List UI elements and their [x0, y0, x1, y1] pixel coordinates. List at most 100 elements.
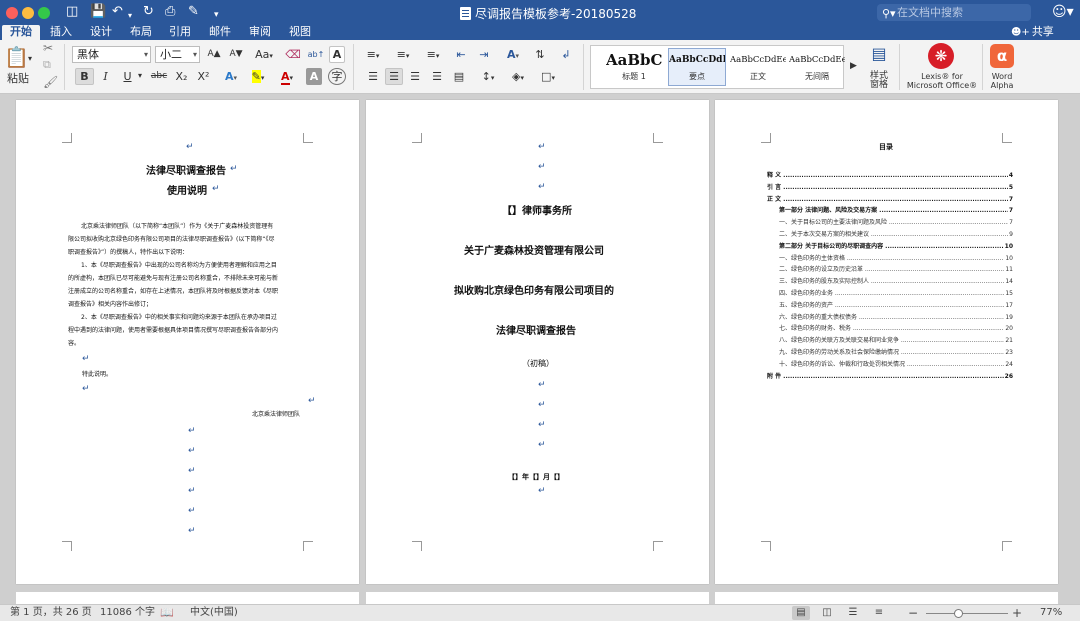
toc-entry[interactable]: 正 文 ....................................… [767, 193, 1013, 206]
toc-entry[interactable]: 九、绿色印务的劳动关系及社会保险缴纳情况 ...................… [767, 347, 1013, 359]
styles-pane-label[interactable]: 样式 窗格 [864, 72, 894, 90]
text-effects-icon[interactable]: A▾ [220, 68, 242, 85]
cut-icon[interactable]: ✂ [43, 41, 53, 55]
undo-icon[interactable]: ↶ [112, 4, 123, 20]
toc-entry[interactable]: 第一部分 法律问题、风险及交易方案 ......................… [767, 205, 1013, 218]
subscript-button[interactable]: X₂ [172, 68, 191, 85]
superscript-button[interactable]: X² [194, 68, 213, 85]
multilevel-list-icon[interactable]: ≡▾ [420, 46, 446, 63]
character-shading-icon[interactable]: A [306, 68, 322, 85]
web-layout-view-icon[interactable]: ◫ [818, 606, 836, 620]
chevron-down-icon[interactable]: ▾ [138, 69, 142, 83]
toc-entry[interactable]: 一、关于目标公司的主要法律问题及风险 .....................… [767, 217, 1013, 230]
draft-view-icon[interactable]: ≡ [870, 606, 888, 620]
tab-mailings[interactable]: 邮件 [201, 25, 239, 40]
toc-entry[interactable]: 二、关于本次交易方案的相关建议 ........................… [767, 229, 1013, 241]
underline-button[interactable]: U [118, 68, 137, 85]
tab-insert[interactable]: 插入 [42, 25, 80, 40]
toc-entry[interactable]: 第二部分 关于目标公司的尽职调查内容 .....................… [767, 240, 1013, 253]
numbering-icon[interactable]: ≡▾ [390, 46, 416, 63]
paste-dropdown-icon[interactable]: ▾ [28, 52, 32, 66]
zoom-slider-thumb[interactable] [953, 609, 963, 618]
toc-entry[interactable]: 释 义 ....................................… [767, 170, 1013, 182]
shading-icon[interactable]: ◈▾ [506, 68, 530, 85]
word-count[interactable]: 11086 个字 [100, 605, 155, 621]
page-count[interactable]: 第 1 页，共 26 页 [10, 605, 92, 621]
document-page-3[interactable]: 目录 释 义 .................................… [715, 100, 1058, 584]
sidebar-icon[interactable]: ◫ [66, 4, 78, 20]
tab-references[interactable]: 引用 [161, 25, 199, 40]
justify-icon[interactable]: ☰ [428, 68, 446, 85]
toc-entry[interactable]: 八、绿色印务的关联方及关联交易和同业竞争 ...................… [767, 335, 1013, 348]
bullets-icon[interactable]: ≡▾ [360, 46, 386, 63]
style-heading-1[interactable]: AaBbCc 标题 1 [605, 48, 663, 86]
word-alpha-logo-icon[interactable]: α [990, 44, 1014, 68]
zoom-slider-track[interactable] [926, 613, 1008, 614]
paste-label[interactable]: 粘贴 [4, 72, 32, 86]
shrink-font-button[interactable]: A▼ [226, 46, 246, 63]
font-name-select[interactable]: 黑体 ▾ [72, 46, 151, 63]
font-color-icon[interactable]: A▾ [275, 68, 299, 85]
format-painter-icon[interactable]: 🖌 [43, 75, 58, 89]
toc-entry[interactable]: 引 言 ....................................… [767, 181, 1013, 194]
close-window-button[interactable] [6, 7, 18, 19]
increase-indent-icon[interactable]: ⇥ [474, 46, 494, 63]
document-search-box[interactable]: ⚲▾ 在文档中搜索 [877, 4, 1031, 21]
copy-icon[interactable]: ⧉ [43, 58, 51, 72]
share-button[interactable]: ☻+ 共享 [1011, 25, 1054, 40]
word-alpha-label[interactable]: Word Alpha [986, 72, 1018, 90]
tab-layout[interactable]: 布局 [122, 25, 160, 40]
paste-clipboard-icon[interactable]: 📋 [4, 44, 29, 72]
document-page-1[interactable]: ↵ 法律尽职调查报告 ↵ 使用说明 ↵ 北京乘法律师团队（以下简称“本团队”）作… [16, 100, 359, 584]
show-formatting-marks-icon[interactable]: ↲ [556, 46, 576, 63]
grow-font-button[interactable]: A▲ [204, 46, 224, 63]
toc-entry[interactable]: 附 件 ....................................… [767, 370, 1013, 383]
character-border-icon[interactable]: A [329, 46, 345, 63]
tab-review[interactable]: 审阅 [241, 25, 279, 40]
enclose-characters-icon[interactable]: 字 [328, 68, 346, 85]
toc-entry[interactable]: 四、绿色印务的业务 ..............................… [767, 288, 1013, 300]
zoom-level[interactable]: 77% [1040, 605, 1062, 621]
tab-design[interactable]: 设计 [82, 25, 120, 40]
edit-icon[interactable]: ✎ [188, 4, 199, 20]
align-left-icon[interactable]: ☰ [364, 68, 382, 85]
toc-entry[interactable]: 六、绿色印务的重大债权债务 ..........................… [767, 311, 1013, 324]
italic-button[interactable]: I [96, 68, 115, 85]
undo-dropdown-icon[interactable]: ▾ [128, 8, 132, 24]
align-right-icon[interactable]: ☰ [406, 68, 424, 85]
style-normal[interactable]: AaBbCcDdEe 正文 [729, 48, 787, 86]
document-page-2[interactable]: ↵ ↵ ↵ 【】律师事务所 关于广麦森林投资管理有限公司 拟收购北京绿色印务有限… [366, 100, 709, 584]
font-size-select[interactable]: 小二 ▾ [155, 46, 200, 63]
proofing-icon[interactable]: 📖 [160, 605, 174, 621]
styles-gallery-next-icon[interactable]: ▶ [850, 59, 857, 73]
print-icon[interactable]: ⎙ [165, 4, 175, 20]
toc-entry[interactable]: 三、绿色印务的股东及实际控制人 ........................… [767, 276, 1013, 289]
outline-view-icon[interactable]: ☰ [844, 606, 862, 620]
save-icon[interactable]: 💾 [90, 4, 106, 20]
tab-view[interactable]: 视图 [281, 25, 319, 40]
bold-button[interactable]: B [75, 68, 94, 85]
toc-entry[interactable]: 十、绿色印务的诉讼、仲裁和行政处罚相关情况 ..................… [767, 358, 1013, 371]
change-case-button[interactable]: Aa▾ [251, 46, 277, 63]
zoom-out-button[interactable]: − [908, 605, 918, 621]
decrease-indent-icon[interactable]: ⇤ [451, 46, 471, 63]
line-spacing-icon[interactable]: ↕▾ [476, 68, 500, 85]
styles-pane-icon[interactable]: ▤ [866, 44, 892, 64]
toc-entry[interactable]: 五、绿色印务的资产 ..............................… [767, 299, 1013, 312]
sort-icon[interactable]: ⇅ [530, 46, 550, 63]
lexis-label[interactable]: Lexis® for Microsoft Office® [904, 72, 980, 90]
feedback-smiley-icon[interactable]: ☺▾ [1052, 4, 1074, 20]
minimize-window-button[interactable] [22, 7, 34, 19]
tab-home[interactable]: 开始 [2, 25, 40, 40]
phonetic-guide-icon[interactable]: ab↑ [306, 46, 326, 63]
redo-icon[interactable]: ↻ [143, 4, 154, 20]
toc-entry[interactable]: 二、绿色印务的设立及历史沿革 .........................… [767, 264, 1013, 277]
document-canvas[interactable]: ↵ 法律尽职调查报告 ↵ 使用说明 ↵ 北京乘法律师团队（以下简称“本团队”）作… [0, 94, 1080, 604]
style-no-spacing[interactable]: AaBbCcDdEe 无间隔 [788, 48, 846, 86]
style-key-point[interactable]: AaBbCcDdE 要点 [668, 48, 726, 86]
clear-formatting-icon[interactable]: ⌫ [283, 46, 303, 63]
toc-entry[interactable]: 一、绿色印务的主体资格 ............................… [767, 252, 1013, 265]
lexis-logo-icon[interactable]: ❋ [928, 43, 954, 69]
distributed-icon[interactable]: ▤ [450, 68, 468, 85]
zoom-in-button[interactable]: + [1012, 605, 1022, 621]
